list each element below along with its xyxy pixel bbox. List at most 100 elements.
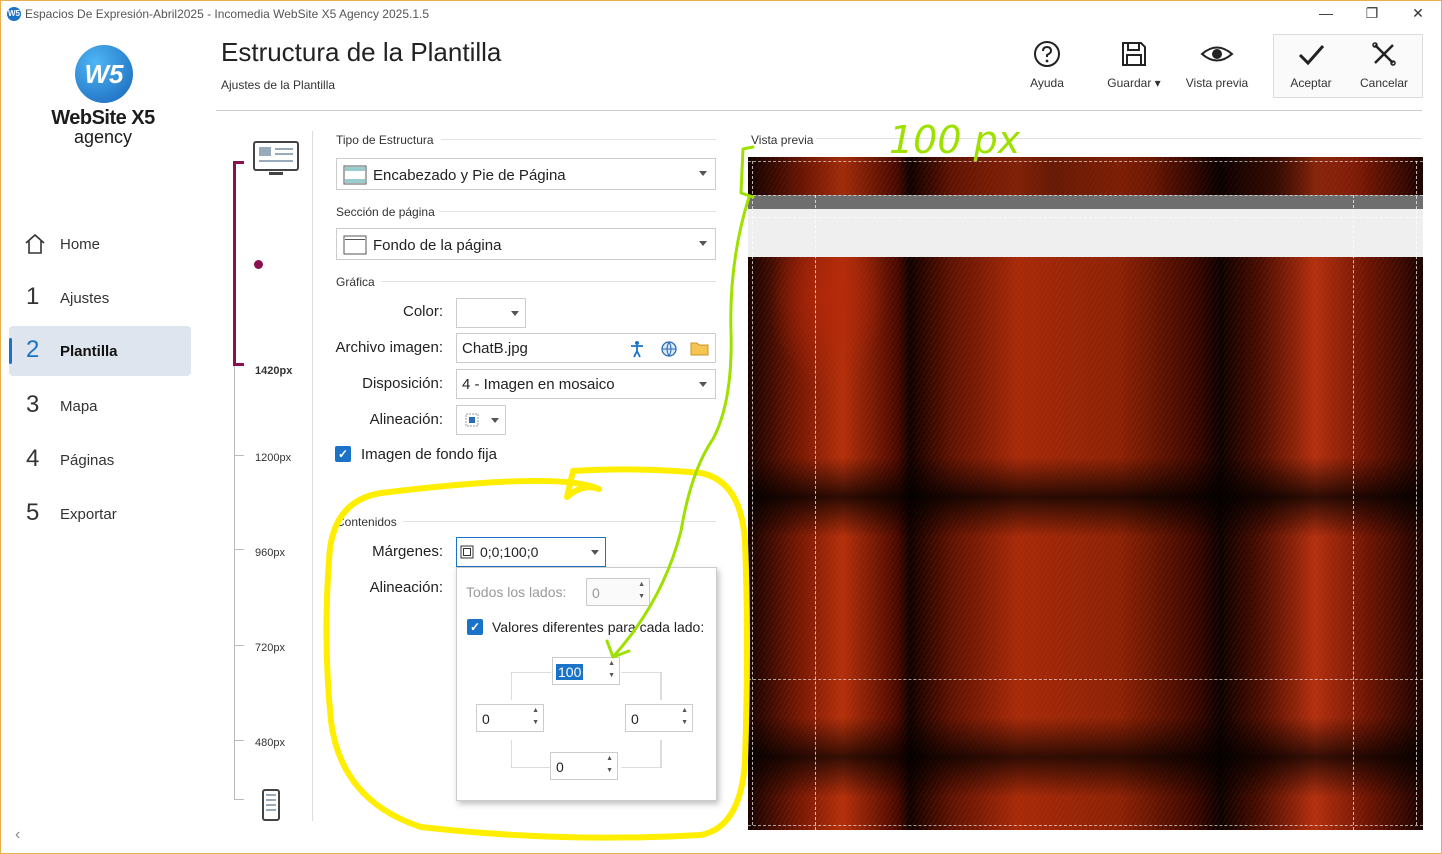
accept-button[interactable]: Aceptar bbox=[1283, 39, 1339, 99]
ruler-tick-720 bbox=[234, 645, 244, 646]
chevron-down-icon[interactable]: ▼ bbox=[638, 593, 645, 600]
home-icon bbox=[25, 233, 45, 254]
preview-guide bbox=[748, 825, 1423, 826]
ruler-tick-960 bbox=[234, 549, 244, 550]
nav-item-mapa[interactable]: 3 Mapa bbox=[9, 381, 191, 431]
margins-value: 0;0;100;0 bbox=[480, 544, 539, 560]
close-window-button[interactable]: ✕ bbox=[1395, 3, 1441, 25]
nav-item-exportar[interactable]: 5 Exportar bbox=[9, 489, 191, 539]
preview-guide bbox=[752, 161, 753, 825]
nav-num-mapa: 3 bbox=[26, 391, 40, 418]
margin-top-stepper[interactable]: 100 ▲ ▼ bbox=[552, 657, 620, 685]
chevron-down-icon[interactable]: ▼ bbox=[608, 672, 615, 679]
web-globe-icon[interactable] bbox=[660, 340, 678, 358]
group-line bbox=[439, 211, 716, 212]
page-section-dropdown[interactable]: Fondo de la página bbox=[336, 228, 716, 260]
group-line bbox=[381, 281, 716, 282]
checkmark-icon bbox=[1298, 45, 1325, 66]
save-icon bbox=[1122, 42, 1146, 66]
all-sides-stepper[interactable]: 0 ▲ ▼ bbox=[586, 578, 650, 606]
logo-mark: W5 bbox=[75, 45, 133, 103]
ruler-label-1200[interactable]: 1200px bbox=[255, 452, 291, 464]
layout-value: 4 - Imagen en mosaico bbox=[462, 376, 615, 393]
margin-bottom-stepper[interactable]: 0 ▲ ▼ bbox=[550, 752, 618, 780]
nav-item-paginas[interactable]: 4 Páginas bbox=[9, 435, 191, 485]
preview-button[interactable]: Vista previa bbox=[1181, 39, 1253, 99]
alignment-label: Alineación: bbox=[369, 411, 443, 428]
desktop-icon[interactable] bbox=[253, 141, 299, 177]
color-picker[interactable] bbox=[456, 298, 526, 328]
page-section-label: Sección de página bbox=[336, 205, 435, 219]
mobile-icon[interactable] bbox=[262, 789, 280, 821]
ruler-label-960[interactable]: 960px bbox=[255, 547, 285, 559]
preview-dark-band bbox=[748, 717, 1423, 797]
ruler-current-dot[interactable] bbox=[254, 260, 263, 269]
structure-type-dropdown[interactable]: Encabezado y Pie de Página bbox=[336, 158, 716, 190]
app-icon: W5 bbox=[7, 7, 21, 21]
ruler-separator bbox=[312, 131, 313, 821]
ruler-tick-480 bbox=[234, 740, 244, 741]
chevron-up-icon[interactable]: ▲ bbox=[606, 755, 613, 762]
fixed-bg-label: Imagen de fondo fija bbox=[361, 446, 497, 463]
accept-label: Aceptar bbox=[1290, 76, 1332, 90]
nav-item-plantilla[interactable]: 2 Plantilla bbox=[9, 326, 191, 376]
nav-label-paginas: Páginas bbox=[60, 452, 115, 469]
chevron-down-icon bbox=[699, 382, 707, 387]
save-label: Guardar ▾ bbox=[1107, 76, 1161, 90]
accessibility-icon[interactable] bbox=[629, 340, 645, 358]
nav-item-home[interactable]: Home bbox=[9, 219, 191, 269]
eye-icon bbox=[1200, 46, 1234, 62]
page-section-value: Fondo de la página bbox=[373, 237, 502, 254]
template-preview[interactable] bbox=[748, 157, 1423, 830]
header-separator bbox=[216, 110, 1422, 111]
ruler-label-720[interactable]: 720px bbox=[255, 642, 285, 654]
ruler-label-480[interactable]: 480px bbox=[255, 737, 285, 749]
help-button[interactable]: Ayuda bbox=[1021, 39, 1073, 99]
preview-guide bbox=[1416, 161, 1417, 825]
page-title: Estructura de la Plantilla bbox=[221, 37, 502, 67]
fixed-bg-checkbox[interactable]: ✓ bbox=[335, 446, 351, 462]
margin-left-stepper[interactable]: 0 ▲ ▼ bbox=[476, 704, 544, 732]
minimize-button[interactable]: — bbox=[1303, 3, 1349, 25]
margin-top-value[interactable]: 100 bbox=[556, 664, 584, 680]
nav-active-indicator bbox=[9, 338, 12, 364]
nav-label-ajustes: Ajustes bbox=[60, 290, 110, 307]
chevron-down-icon bbox=[699, 241, 707, 246]
margin-right-stepper[interactable]: 0 ▲ ▼ bbox=[625, 704, 693, 732]
chevron-down-icon bbox=[511, 311, 519, 316]
margins-icon bbox=[460, 545, 474, 559]
color-label: Color: bbox=[402, 303, 443, 320]
different-sides-checkbox[interactable]: ✓ bbox=[467, 619, 483, 635]
layout-dropdown[interactable]: 4 - Imagen en mosaico bbox=[456, 369, 716, 399]
chevron-up-icon[interactable]: ▲ bbox=[681, 707, 688, 714]
chevron-down-icon[interactable]: ▼ bbox=[532, 719, 539, 726]
margin-right-value: 0 bbox=[631, 711, 639, 727]
help-label: Ayuda bbox=[1030, 76, 1064, 90]
chevron-up-icon[interactable]: ▲ bbox=[532, 707, 539, 714]
contents-label: Contenidos bbox=[336, 515, 397, 529]
margin-left-value: 0 bbox=[482, 711, 490, 727]
preview-label: Vista previa bbox=[751, 133, 814, 147]
margins-dropdown[interactable]: 0;0;100;0 bbox=[456, 537, 606, 567]
save-button[interactable]: Guardar ▾ bbox=[1101, 39, 1167, 99]
image-file-field[interactable]: ChatB.jpg bbox=[456, 333, 716, 363]
nav-item-ajustes[interactable]: 1 Ajustes bbox=[9, 273, 191, 323]
chevron-down-icon[interactable]: ▼ bbox=[681, 719, 688, 726]
header-footer-layout-icon bbox=[343, 165, 367, 185]
folder-icon[interactable] bbox=[690, 340, 710, 356]
chevron-up-icon[interactable]: ▲ bbox=[638, 581, 645, 588]
preview-label: Vista previa bbox=[1185, 76, 1249, 90]
layout-label: Disposición: bbox=[362, 375, 443, 392]
nav-num-ajustes: 1 bbox=[26, 283, 40, 310]
cancel-button[interactable]: Cancelar bbox=[1355, 39, 1413, 99]
all-sides-label: Todos los lados: bbox=[466, 584, 567, 600]
ruler-label-1420[interactable]: 1420px bbox=[255, 365, 292, 377]
chevron-up-icon[interactable]: ▲ bbox=[608, 660, 615, 667]
maximize-button[interactable]: ❐ bbox=[1349, 3, 1395, 25]
alignment-dropdown[interactable] bbox=[456, 405, 506, 435]
nav-num-paginas: 4 bbox=[26, 445, 40, 472]
chevron-down-icon bbox=[491, 418, 499, 423]
sidebar-collapse-button[interactable]: ‹ bbox=[15, 826, 20, 844]
chevron-down-icon[interactable]: ▼ bbox=[606, 767, 613, 774]
preview-header-area bbox=[748, 157, 1423, 195]
